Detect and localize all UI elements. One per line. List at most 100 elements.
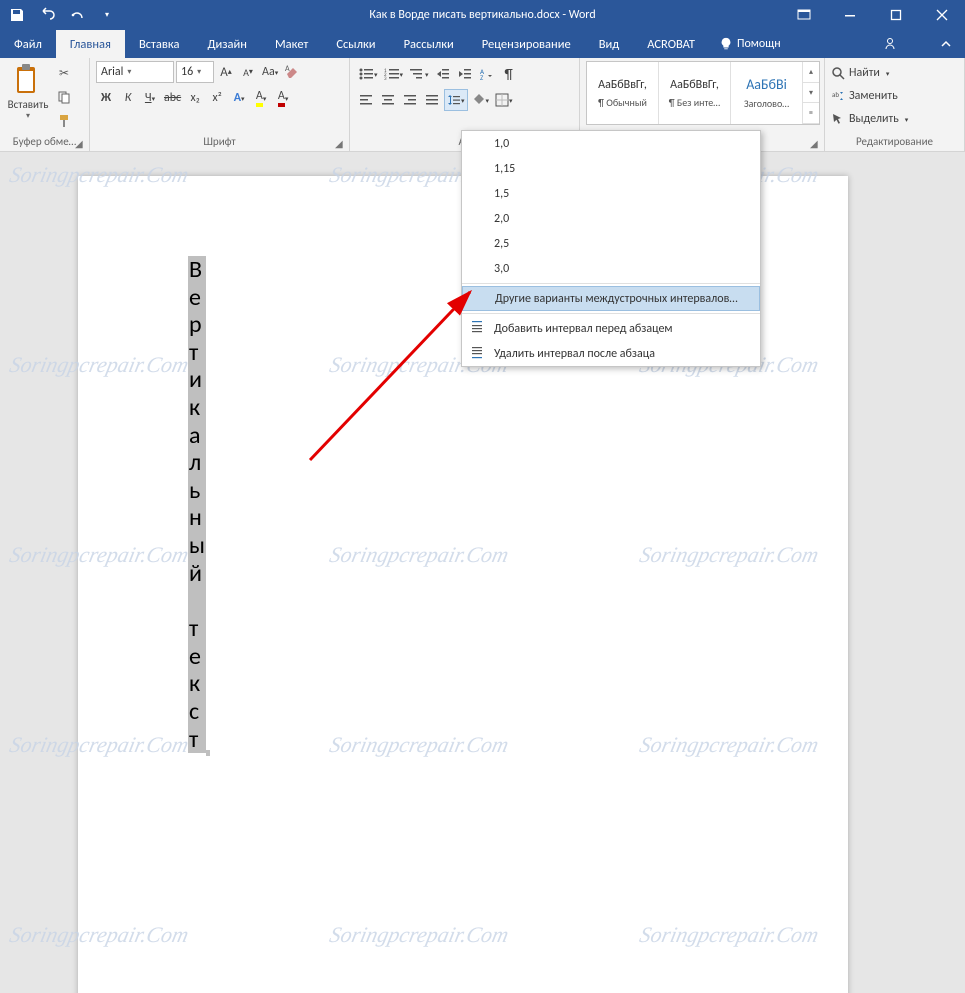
line-spacing-button[interactable]: ▾ [444, 89, 468, 111]
paste-button[interactable]: Вставить ▾ [6, 61, 50, 131]
cut-button[interactable]: ✂ [54, 63, 74, 83]
tab-layout[interactable]: Макет [261, 30, 322, 58]
collapse-ribbon-button[interactable] [931, 30, 961, 58]
tab-acrobat[interactable]: ACROBAT [633, 30, 709, 58]
superscript-button[interactable]: x² [207, 87, 227, 109]
minimize-button[interactable] [827, 0, 873, 30]
font-dialog-launcher[interactable]: ◢ [335, 137, 347, 149]
copy-icon [57, 90, 71, 104]
styles-gallery[interactable]: АаБбВвГг, ¶ Обычный АаБбВвГг, ¶ Без инте… [586, 61, 820, 125]
borders-button[interactable]: ▾ [493, 89, 515, 111]
styles-row-up[interactable]: ▴ [803, 62, 819, 83]
brush-icon [57, 114, 71, 128]
styles-dialog-launcher[interactable]: ◢ [810, 137, 822, 149]
spacing-option-3-0[interactable]: 3,0 [462, 256, 760, 281]
style-heading1[interactable]: АаБбВі Заголово… [731, 62, 803, 124]
increase-indent-button[interactable] [455, 63, 475, 85]
show-marks-button[interactable]: ¶ [499, 63, 519, 85]
tell-me-search[interactable]: Помощн [709, 30, 791, 58]
align-center-button[interactable] [378, 89, 398, 111]
font-color-button[interactable]: A▾ [273, 87, 293, 109]
tab-review[interactable]: Рецензирование [468, 30, 585, 58]
strike-button[interactable]: abc [162, 87, 183, 109]
tab-view[interactable]: Вид [585, 30, 634, 58]
justify-button[interactable] [422, 89, 442, 111]
tab-references[interactable]: Ссылки [322, 30, 389, 58]
clipboard-dialog-launcher[interactable]: ◢ [75, 137, 87, 149]
italic-button[interactable]: К [118, 87, 138, 109]
ribbon-options-button[interactable] [781, 0, 827, 30]
style-normal[interactable]: АаБбВвГг, ¶ Обычный [587, 62, 659, 124]
align-right-button[interactable] [400, 89, 420, 111]
underline-button[interactable]: Ч▾ [140, 87, 160, 109]
subscript-button[interactable]: x₂ [185, 87, 205, 109]
find-label: Найти [849, 66, 880, 80]
window-title: Как в Ворде писать вертикально.docx - Wo… [369, 8, 595, 22]
tab-design[interactable]: Дизайн [193, 30, 261, 58]
grow-font-button[interactable]: A▴ [216, 61, 236, 83]
style-name: ¶ Обычный [598, 96, 647, 109]
tab-file[interactable]: Файл [0, 30, 56, 58]
style-name: ¶ Без инте… [669, 96, 720, 109]
sort-button[interactable]: AZ [477, 63, 497, 85]
svg-text:ab: ab [832, 90, 839, 99]
vertical-text-selection[interactable]: Вертикальный текст [188, 256, 206, 753]
share-button[interactable] [875, 30, 905, 58]
format-painter-button[interactable] [54, 111, 74, 131]
numbering-icon: 123 [384, 67, 400, 81]
close-button[interactable] [919, 0, 965, 30]
save-button[interactable] [6, 4, 28, 26]
spacing-option-2-5[interactable]: 2,5 [462, 231, 760, 256]
bold-button[interactable]: Ж [96, 87, 116, 109]
spacing-option-1-15[interactable]: 1,15 [462, 156, 760, 181]
tab-insert[interactable]: Вставка [125, 30, 194, 58]
space-after-icon [468, 345, 486, 363]
save-icon [9, 7, 25, 23]
window-controls [781, 0, 965, 30]
numbering-button[interactable]: 123▾ [382, 63, 406, 85]
undo-button[interactable] [36, 4, 58, 26]
bullets-button[interactable]: ▾ [356, 63, 380, 85]
tell-me-label: Помощн [737, 37, 781, 51]
replace-button[interactable]: ab Заменить [831, 86, 958, 106]
dropdown-separator [462, 313, 760, 314]
text-effects-button[interactable]: A▾ [229, 87, 249, 109]
shrink-font-button[interactable]: A▾ [238, 61, 258, 83]
cut-icon: ✂ [59, 66, 69, 81]
title-bar: ▾ Как в Ворде писать вертикально.docx - … [0, 0, 965, 30]
style-no-spacing[interactable]: АаБбВвГг, ¶ Без инте… [659, 62, 731, 124]
decrease-indent-button[interactable] [433, 63, 453, 85]
indent-icon [458, 67, 472, 81]
font-name-combo[interactable]: Arial▾ [96, 61, 174, 83]
maximize-button[interactable] [873, 0, 919, 30]
remove-space-after[interactable]: Удалить интервал после абзаца [462, 341, 760, 366]
tab-mailings[interactable]: Рассылки [390, 30, 468, 58]
qat-customize-button[interactable]: ▾ [96, 4, 118, 26]
align-left-button[interactable] [356, 89, 376, 111]
find-button[interactable]: Найти▾ [831, 63, 958, 83]
copy-button[interactable] [54, 87, 74, 107]
font-size-combo[interactable]: 16▾ [176, 61, 214, 83]
styles-expand[interactable]: ≡ [803, 103, 819, 124]
redo-button[interactable] [66, 4, 88, 26]
styles-row-down[interactable]: ▾ [803, 83, 819, 104]
paste-label: Вставить [8, 99, 49, 111]
group-font: Arial▾ 16▾ A▴ A▾ Aa▾ A Ж К Ч▾ abc x₂ x² … [90, 58, 350, 151]
change-case-button[interactable]: Aa▾ [260, 61, 280, 83]
spacing-option-2-0[interactable]: 2,0 [462, 206, 760, 231]
tab-home[interactable]: Главная [56, 30, 125, 58]
clipboard-group-label: Буфер обме… [6, 135, 83, 151]
add-space-before[interactable]: Добавить интервал перед абзацем [462, 316, 760, 341]
clear-formatting-button[interactable]: A [282, 61, 302, 83]
shading-button[interactable]: ▾ [470, 89, 492, 111]
highlight-button[interactable]: A▾ [251, 87, 271, 109]
shading-icon [472, 93, 486, 107]
multilevel-list-button[interactable]: ▾ [407, 63, 431, 85]
paste-icon [13, 63, 43, 97]
close-icon [936, 9, 948, 21]
spacing-option-1-0[interactable]: 1,0 [462, 131, 760, 156]
spacing-other-options[interactable]: Другие варианты междустрочных интервалов… [462, 286, 760, 311]
select-button[interactable]: Выделить▾ [831, 109, 958, 129]
spacing-option-1-5[interactable]: 1,5 [462, 181, 760, 206]
space-before-icon [468, 320, 486, 338]
